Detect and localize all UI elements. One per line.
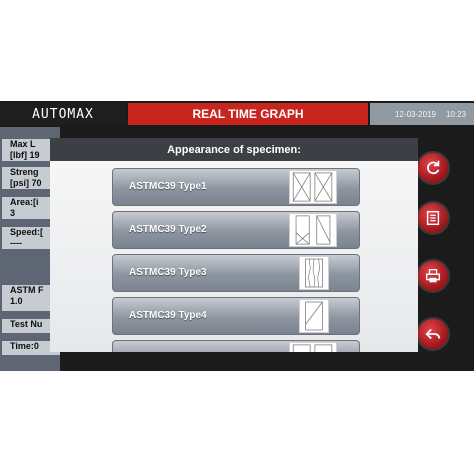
option-label: ASTMC39 Type3 [129, 267, 207, 278]
option-type5[interactable] [112, 340, 360, 352]
list-icon [426, 210, 440, 226]
option-label: ASTMC39 Type4 [129, 310, 207, 321]
option-type4[interactable]: ASTMC39 Type4 [112, 297, 360, 335]
date-text: 12-03-2019 [395, 109, 436, 119]
option-type1[interactable]: ASTMC39 Type1 [112, 168, 360, 206]
refresh-button[interactable] [416, 151, 450, 185]
option-label: ASTMC39 Type2 [129, 224, 207, 235]
specimen-type-list[interactable]: ASTMC39 Type1 ASTMC39 Type2 ASTMC39 Type… [50, 161, 418, 352]
list-button[interactable] [416, 201, 450, 235]
back-button[interactable] [416, 317, 450, 351]
specimen-appearance-dialog: Appearance of specimen: ASTMC39 Type1 AS… [50, 138, 418, 352]
dialog-title: Appearance of specimen: [50, 138, 418, 161]
header: AUTOMAX REAL TIME GRAPH 12-03-2019 10:23 [0, 103, 474, 125]
type4-fracture-icon [299, 299, 329, 333]
print-icon [425, 269, 441, 283]
option-label: ASTMC39 Type1 [129, 181, 207, 192]
print-button[interactable] [416, 259, 450, 293]
type1-fracture-icon [289, 170, 337, 204]
clock: 12-03-2019 10:23 [370, 103, 474, 125]
back-arrow-icon [425, 328, 441, 340]
time-text: 10:23 [445, 109, 466, 119]
type3-fracture-icon [299, 256, 329, 290]
device-screen: AUTOMAX REAL TIME GRAPH 12-03-2019 10:23… [0, 101, 474, 371]
type2-fracture-icon [289, 213, 337, 247]
logo: AUTOMAX [0, 103, 126, 125]
refresh-icon [427, 160, 440, 175]
page-title: REAL TIME GRAPH [128, 103, 368, 125]
option-type3[interactable]: ASTMC39 Type3 [112, 254, 360, 292]
option-type2[interactable]: ASTMC39 Type2 [112, 211, 360, 249]
type5-fracture-icon [289, 342, 337, 352]
